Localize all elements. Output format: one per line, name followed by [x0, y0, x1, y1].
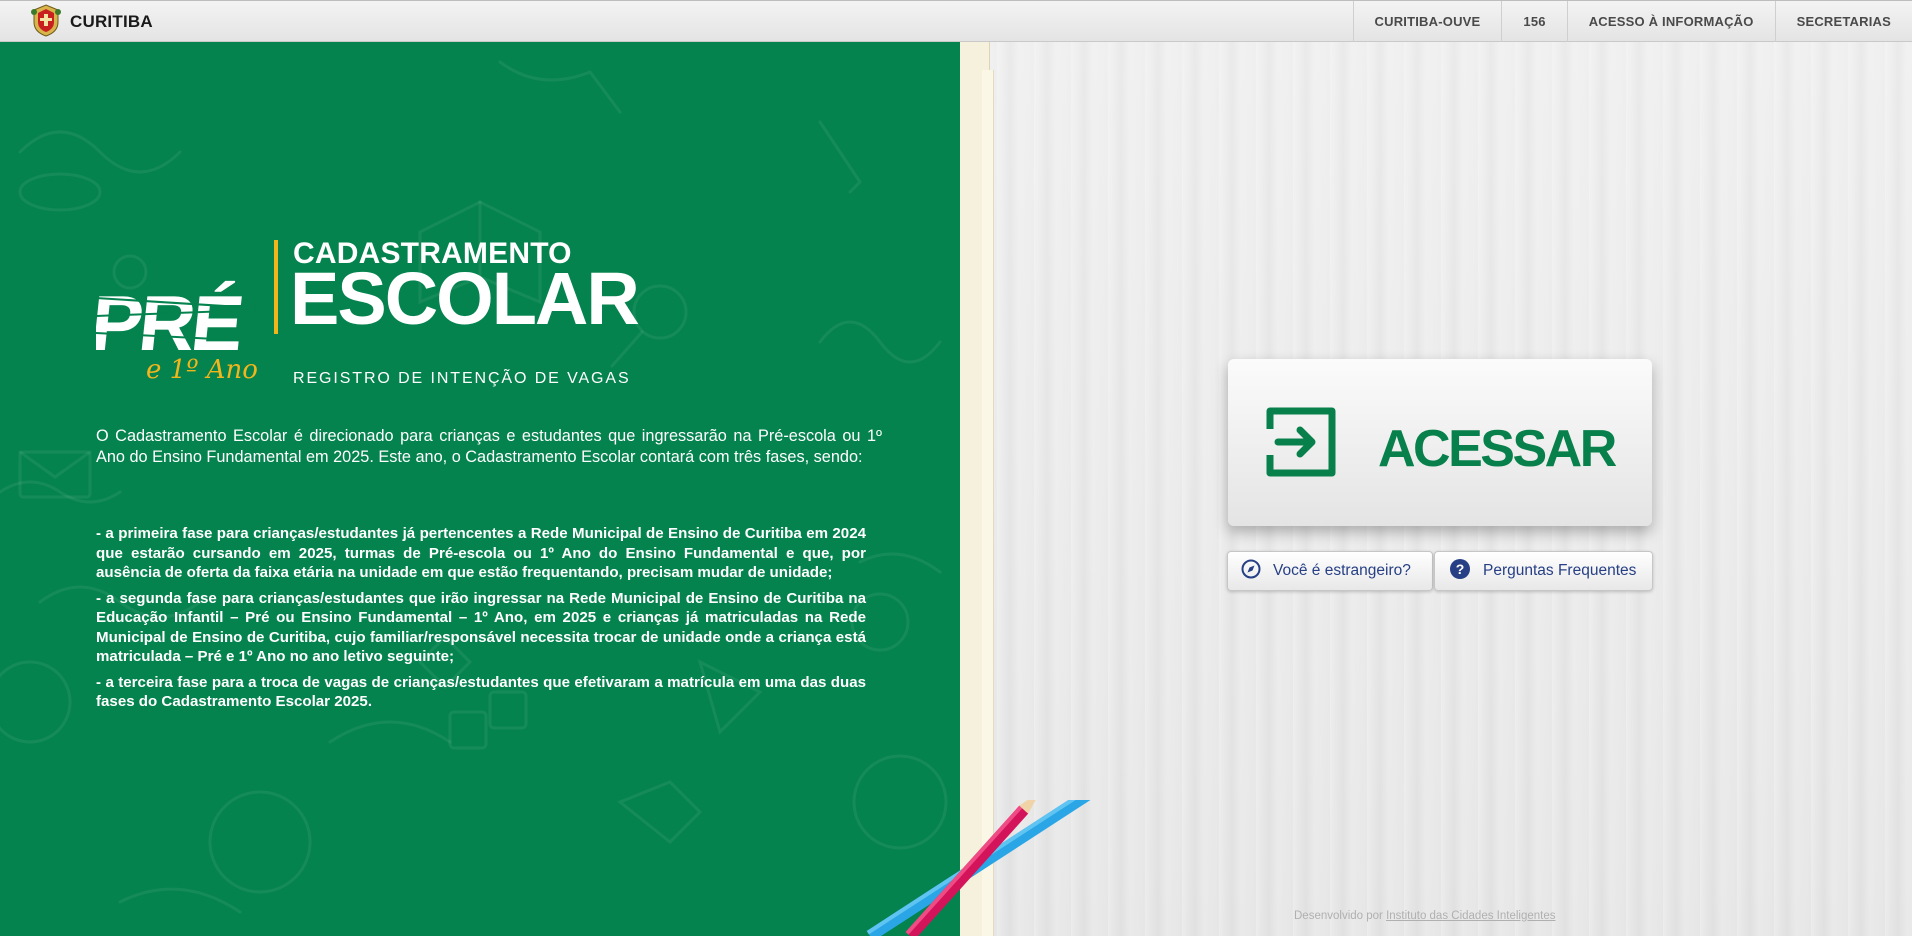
nav-curitiba-ouve[interactable]: CURITIBA-OUVE	[1352, 1, 1502, 42]
top-nav: CURITIBA-OUVE 156 ACESSO À INFORMAÇÃO SE…	[1352, 1, 1912, 42]
top-bar: CURITIBA CURITIBA-OUVE 156 ACESSO À INFO…	[0, 0, 1912, 42]
intro-paragraph: O Cadastramento Escolar é direcionado pa…	[96, 427, 882, 466]
faq-label: Perguntas Frequentes	[1483, 562, 1637, 579]
footer-credit: Desenvolvido por Instituto das Cidades I…	[1294, 910, 1555, 922]
footer-link[interactable]: Instituto das Cidades Inteligentes	[1386, 910, 1555, 922]
svg-text:PRÉ: PRÉ	[96, 279, 246, 367]
svg-text:e 1º Ano: e 1º Ano	[146, 355, 258, 385]
brand-name: CURITIBA	[70, 12, 153, 31]
school-doodles-background	[0, 60, 948, 914]
nav-156[interactable]: 156	[1501, 1, 1566, 42]
phase-item: - a primeira fase para crianças/estudant…	[96, 525, 866, 581]
brand-home-link[interactable]: CURITIBA	[28, 3, 153, 41]
phase-item: - a segunda fase para crianças/estudante…	[96, 589, 866, 666]
phase-item: - a terceira fase para a troca de vagas …	[96, 673, 867, 711]
phases-list: - a primeira fase para crianças/estudant…	[96, 524, 866, 718]
nav-acesso-informacao[interactable]: ACESSO À INFORMAÇÃO	[1566, 1, 1775, 42]
logo-subtitle: REGISTRO DE INTENÇÃO DE VAGAS	[293, 370, 631, 387]
svg-text:?: ?	[1456, 561, 1465, 577]
nav-secretarias[interactable]: SECRETARIAS	[1774, 1, 1912, 42]
foreigner-button[interactable]: Você é estrangeiro?	[1227, 551, 1433, 591]
logo-title-line2: ESCOLAR	[290, 257, 640, 340]
acessar-button[interactable]: ACESSAR	[1228, 359, 1652, 526]
logo-divider	[274, 240, 278, 334]
question-circle-icon: ?	[1449, 558, 1471, 585]
foreigner-label: Você é estrangeiro?	[1273, 562, 1411, 579]
acessar-label: ACESSAR	[1378, 420, 1617, 478]
login-arrow-icon	[1264, 405, 1338, 484]
footer-prefix: Desenvolvido por	[1294, 910, 1387, 922]
pencils-decoration	[866, 800, 1092, 936]
faq-button[interactable]: ? Perguntas Frequentes	[1434, 551, 1653, 591]
hero-panel: PRÉ e 1º Ano CADASTRAMENTO ESCOLAR REGIS…	[0, 42, 960, 936]
compass-icon	[1241, 559, 1261, 584]
curitiba-coat-of-arms-icon	[28, 2, 64, 43]
